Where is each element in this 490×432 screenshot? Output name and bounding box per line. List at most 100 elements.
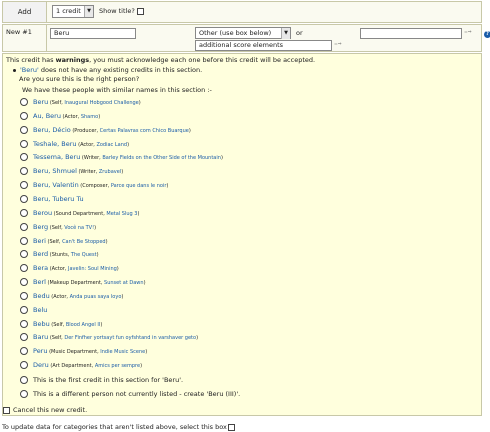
name-input[interactable]: Beru bbox=[50, 28, 136, 39]
credit-count-select[interactable]: 1 credit ▼ bbox=[52, 5, 94, 18]
person-option[interactable]: Belu bbox=[20, 305, 47, 316]
warning-text: , you must acknowledge each one before t… bbox=[89, 56, 316, 64]
person-name-link[interactable]: Teshale, Beru bbox=[33, 140, 77, 148]
title-link[interactable]: Metal Slug 3 bbox=[106, 211, 137, 217]
person-option[interactable]: Berg (Self, Você na TV!) bbox=[20, 222, 96, 233]
person-name-link[interactable]: Peru bbox=[33, 347, 47, 355]
role-select[interactable]: Other (use box below) ▼ bbox=[195, 27, 291, 39]
radio-button[interactable] bbox=[20, 181, 28, 190]
title-link[interactable]: Amics per sempre bbox=[95, 363, 140, 369]
person-option[interactable]: Peru (Music Department, Indie Music Scen… bbox=[20, 347, 147, 357]
person-option[interactable]: Bebu (Self, Blood Angel II) bbox=[20, 319, 102, 330]
radio-button[interactable] bbox=[20, 111, 28, 120]
title-link[interactable]: Can't Be Stopped bbox=[62, 239, 106, 245]
person-name-link[interactable]: Deru bbox=[33, 361, 49, 369]
person-name-link[interactable]: Beru, Tuberu Tu bbox=[33, 195, 84, 203]
title-link[interactable]: Zrubavel bbox=[99, 169, 121, 175]
radio-button[interactable] bbox=[20, 98, 28, 106]
radio-button[interactable] bbox=[20, 390, 28, 398]
title-link[interactable]: Parce que dans le noir bbox=[111, 183, 167, 189]
radio-button[interactable] bbox=[20, 222, 28, 231]
person-option[interactable]: Au, Beru (Actor, Shamo) bbox=[20, 111, 100, 122]
update-categories-checkbox[interactable] bbox=[227, 423, 235, 431]
person-name-link[interactable]: Baru bbox=[33, 333, 48, 341]
help-icon[interactable]: ? bbox=[484, 31, 490, 38]
person-name-link[interactable]: Berg bbox=[33, 223, 48, 231]
person-option[interactable]: Beri (Self, Can't Be Stopped) bbox=[20, 236, 108, 247]
person-option[interactable]: Beru, Tuberu Tu bbox=[20, 194, 84, 205]
person-name-link[interactable]: Au, Beru bbox=[33, 112, 61, 120]
person-name-link[interactable]: Tessema, Beru bbox=[33, 153, 80, 161]
radio-button[interactable] bbox=[20, 319, 28, 328]
person-name-link[interactable]: Bera bbox=[33, 264, 48, 272]
radio-button[interactable] bbox=[20, 347, 28, 356]
radio-button[interactable] bbox=[20, 264, 28, 273]
radio-button[interactable] bbox=[20, 208, 28, 217]
title-link[interactable]: Indie Music Scene bbox=[100, 349, 145, 355]
cancel-checkbox[interactable] bbox=[3, 406, 10, 414]
score-elements-input[interactable]: additional score elements bbox=[195, 40, 332, 51]
person-option[interactable]: Tessema, Beru (Writer, Barley Fields on … bbox=[20, 153, 223, 163]
title-link[interactable]: Blood Angel II bbox=[66, 322, 100, 328]
person-option[interactable]: Baru (Self, Der Finfher yortsayt fun oyf… bbox=[20, 333, 198, 343]
radio-button[interactable] bbox=[20, 291, 28, 300]
title-link[interactable]: The Quest bbox=[71, 252, 97, 258]
radio-button[interactable] bbox=[20, 333, 28, 342]
radio-button[interactable] bbox=[20, 194, 28, 203]
title-link[interactable]: Zodiac Land bbox=[96, 142, 127, 148]
person-option[interactable]: Beru (Self, Inaugural Hobgood Challenge) bbox=[20, 98, 141, 108]
arrow-icon: =⇒ bbox=[464, 30, 472, 35]
title-link[interactable]: Javelin: Soul Mining bbox=[68, 266, 117, 272]
chevron-down-icon: ▼ bbox=[281, 28, 290, 39]
person-option[interactable]: Berou (Sound Department, Metal Slug 3) bbox=[20, 208, 139, 219]
person-name-link[interactable]: Belu bbox=[33, 306, 47, 314]
first-credit-option[interactable]: This is the first credit in this section… bbox=[20, 376, 183, 386]
radio-button[interactable] bbox=[20, 250, 28, 259]
radio-button[interactable] bbox=[20, 305, 28, 314]
radio-button[interactable] bbox=[20, 376, 28, 384]
footer-note: To update data for categories that aren'… bbox=[2, 423, 235, 431]
title-link[interactable]: Barley Fields on the Other Side of the M… bbox=[102, 155, 221, 161]
new-credit-row: New #1 Beru Other (use box below) ▼ or a… bbox=[2, 24, 490, 52]
radio-button[interactable] bbox=[20, 361, 28, 370]
show-title-toggle: Show title? bbox=[99, 7, 144, 15]
title-link[interactable]: Shamo bbox=[81, 114, 98, 120]
title-link[interactable]: Der Finfher yortsayt fun oyfshtand in va… bbox=[64, 335, 196, 341]
person-name-link[interactable]: Berd bbox=[33, 250, 48, 258]
person-option[interactable]: Beru, Valentin (Composer, Parce que dans… bbox=[20, 181, 168, 191]
radio-button[interactable] bbox=[20, 153, 28, 162]
person-option[interactable]: Bera (Actor, Javelin: Soul Mining) bbox=[20, 264, 119, 274]
attribute-input[interactable] bbox=[360, 28, 462, 39]
person-name-link[interactable]: Beri bbox=[33, 237, 46, 245]
person-name-link[interactable]: Berl bbox=[33, 278, 46, 286]
radio-button[interactable] bbox=[20, 167, 28, 176]
title-link[interactable]: Você na TV! bbox=[64, 225, 94, 231]
person-name-link[interactable]: Beru, Shmuel bbox=[33, 167, 77, 175]
title-link[interactable]: Inaugural Hobgood Challenge bbox=[64, 100, 138, 106]
bullet-name: 'Beru' bbox=[20, 66, 39, 74]
radio-button[interactable] bbox=[20, 236, 28, 245]
person-option[interactable]: Berd (Stunts, The Quest) bbox=[20, 250, 99, 260]
person-name-link[interactable]: Bebu bbox=[33, 320, 50, 328]
person-option[interactable]: Beru, Shmuel (Writer, Zrubavel) bbox=[20, 167, 123, 177]
person-option[interactable]: Bedu (Actor, Anda puas saya loyo) bbox=[20, 291, 123, 302]
radio-button[interactable] bbox=[20, 139, 28, 148]
cancel-credit[interactable]: Cancel this new credit. bbox=[3, 406, 87, 415]
person-option[interactable]: Teshale, Beru (Actor, Zodiac Land) bbox=[20, 139, 129, 150]
person-option[interactable]: Beru, Décio (Producer, Certas Palavras c… bbox=[20, 125, 191, 136]
different-person-option[interactable]: This is a different person not currently… bbox=[20, 390, 240, 400]
person-option[interactable]: Berl (Makeup Department, Sunset at Dawn) bbox=[20, 278, 146, 288]
radio-button[interactable] bbox=[20, 278, 28, 286]
person-name-link[interactable]: Berou bbox=[33, 209, 52, 217]
add-button[interactable]: Add bbox=[3, 2, 47, 22]
person-name-link[interactable]: Bedu bbox=[33, 292, 50, 300]
title-link[interactable]: Certas Palavras com Chico Buarque bbox=[100, 128, 189, 134]
radio-button[interactable] bbox=[20, 125, 28, 134]
title-link[interactable]: Anda puas saya loyo bbox=[70, 294, 122, 300]
show-title-checkbox[interactable] bbox=[136, 7, 144, 15]
person-name-link[interactable]: Beru bbox=[33, 98, 48, 106]
person-name-link[interactable]: Beru, Décio bbox=[33, 126, 71, 134]
person-option[interactable]: Deru (Art Department, Amics per sempre) bbox=[20, 361, 142, 371]
title-link[interactable]: Sunset at Dawn bbox=[104, 280, 144, 286]
person-name-link[interactable]: Beru, Valentin bbox=[33, 181, 79, 189]
